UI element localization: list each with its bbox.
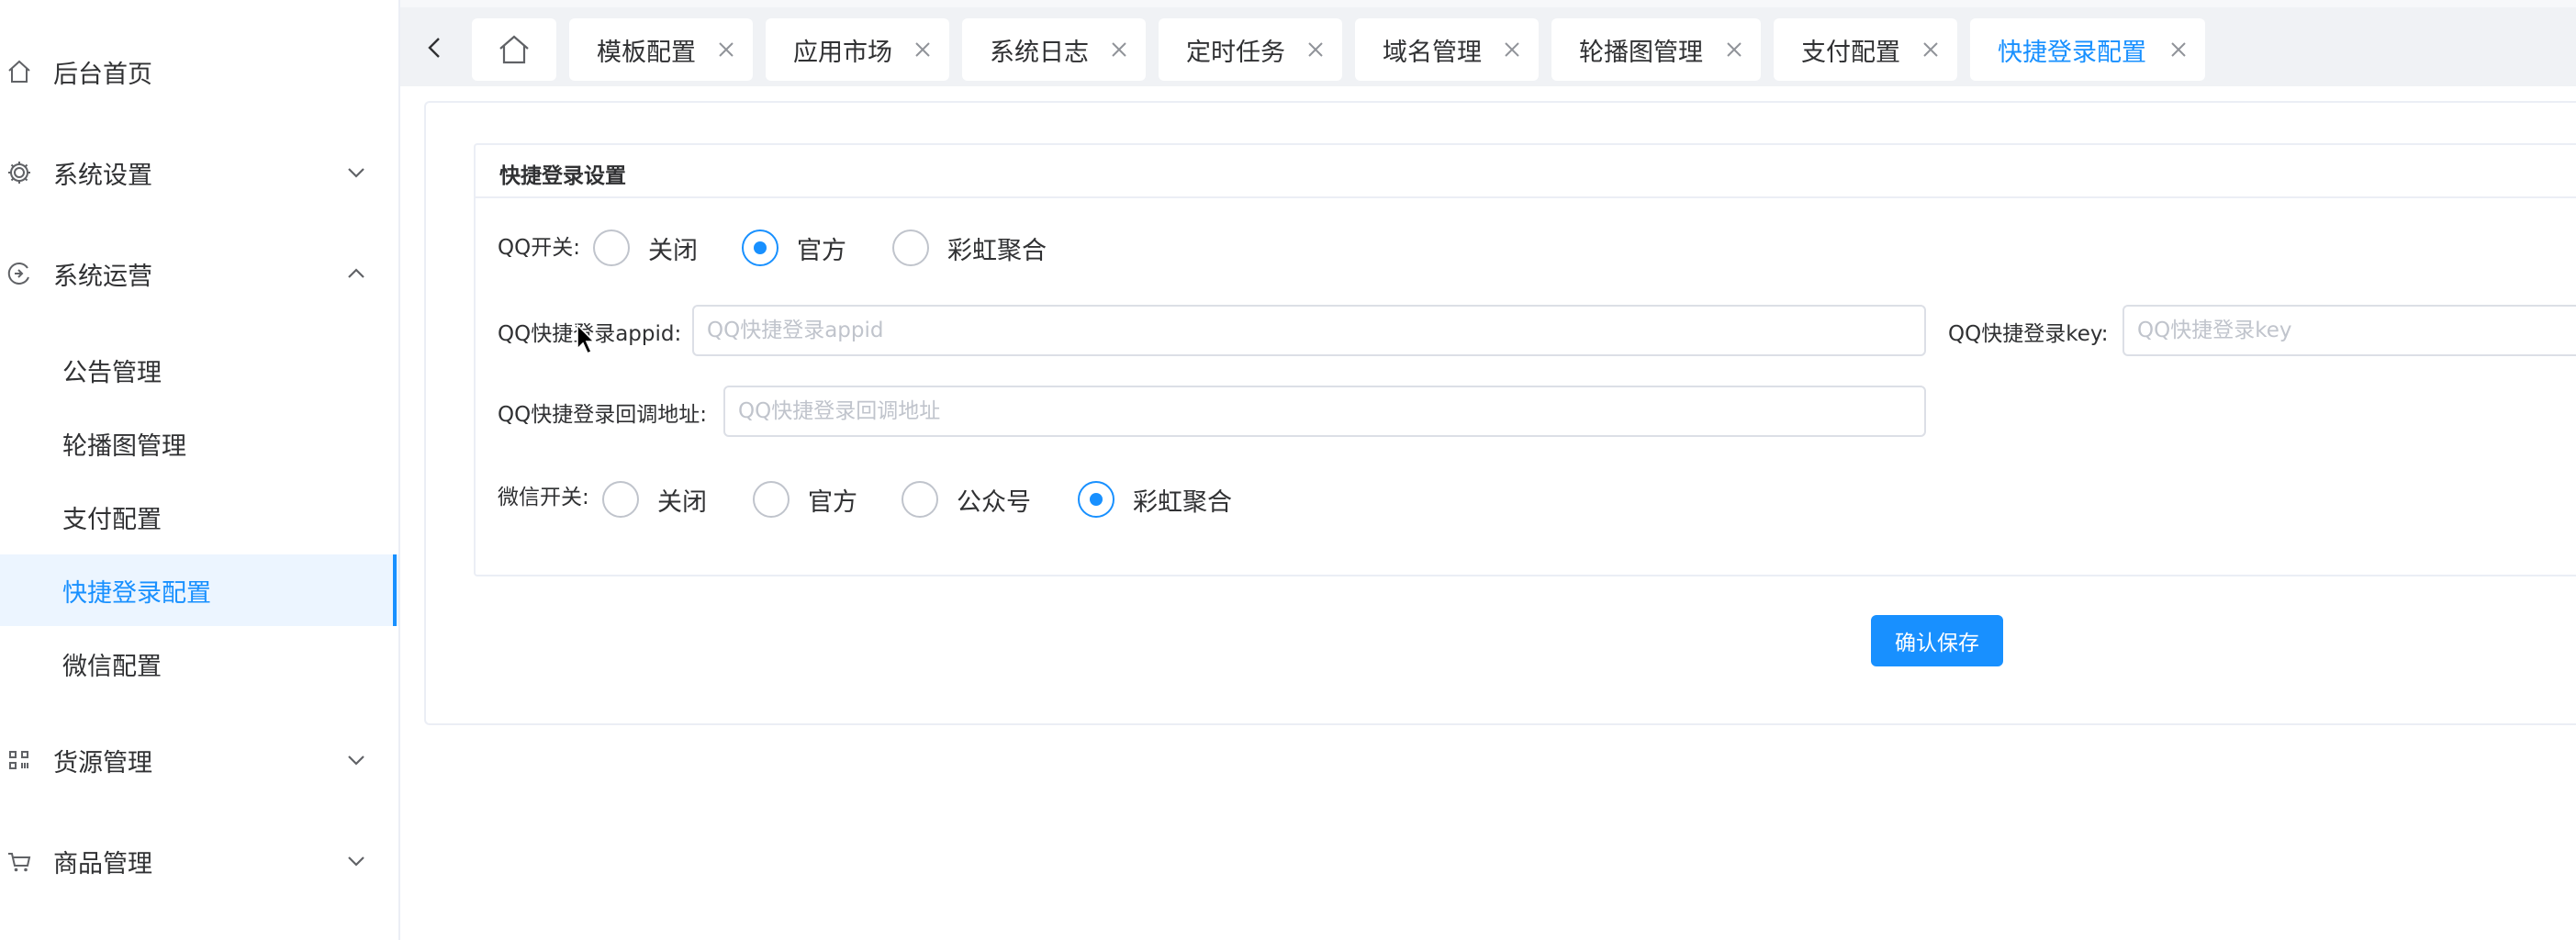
qq-appid-input[interactable] <box>692 305 1926 356</box>
sidebar-item-label: 商品管理 <box>53 849 152 878</box>
sidebar-subitem-payment[interactable]: 支付配置 <box>0 481 398 553</box>
wechat-switch-radio-rainbow[interactable]: 彩虹聚合 <box>1078 481 1232 518</box>
chevron-up-icon <box>343 261 369 286</box>
radio-circle[interactable] <box>892 229 929 266</box>
sidebar: 后台首页 系统设置 系统运营 公告管理 轮播图管理 支付配置 快捷登录配置 微信… <box>0 0 400 940</box>
radio-circle[interactable] <box>1078 481 1114 518</box>
tab-label: 支付配置 <box>1801 38 1900 67</box>
wechat-switch-radio-official-account[interactable]: 公众号 <box>902 481 1031 518</box>
qq-switch-label: QQ开关: <box>498 236 580 260</box>
home-icon <box>499 35 529 64</box>
sidebar-item-label: 货源管理 <box>53 748 152 778</box>
tab-scheduled-tasks[interactable]: 定时任务 <box>1159 18 1342 81</box>
chevron-down-icon <box>343 848 369 874</box>
radio-label: 彩虹聚合 <box>947 236 1047 265</box>
tab-bar: 模板配置 应用市场 系统日志 定时任务 域名管理 轮播图管理 支付配置 快捷登录… <box>400 0 2576 86</box>
close-icon[interactable] <box>1305 39 1326 60</box>
sidebar-item-label: 系统运营 <box>53 262 152 291</box>
close-icon[interactable] <box>1921 39 1941 60</box>
tab-label: 定时任务 <box>1186 38 1285 67</box>
radio-circle[interactable] <box>602 481 639 518</box>
confirm-save-button[interactable]: 确认保存 <box>1871 615 2003 666</box>
cart-icon <box>6 847 33 875</box>
sidebar-item-label: 后台首页 <box>53 60 152 89</box>
sidebar-item-system-operation[interactable]: 系统运营 <box>0 229 398 318</box>
qq-key-input[interactable] <box>2122 305 2576 356</box>
close-icon[interactable] <box>913 39 933 60</box>
sidebar-subitem-label: 快捷登录配置 <box>62 578 211 608</box>
radio-circle[interactable] <box>753 481 790 518</box>
sidebar-subitem-label: 支付配置 <box>62 505 162 534</box>
sidebar-item-supply[interactable]: 货源管理 <box>0 716 398 804</box>
tab-label: 快捷登录配置 <box>1998 38 2146 67</box>
chevron-down-icon <box>343 160 369 185</box>
close-icon[interactable] <box>1502 39 1522 60</box>
tab-quick-login-config[interactable]: 快捷登录配置 <box>1970 18 2205 81</box>
sidebar-subitem-label: 公告管理 <box>62 358 162 387</box>
radio-circle[interactable] <box>593 229 630 266</box>
radio-label: 公众号 <box>957 487 1031 517</box>
gear-icon <box>6 159 33 186</box>
radio-circle[interactable] <box>742 229 778 266</box>
radio-label: 官方 <box>808 487 857 517</box>
home-icon <box>6 58 33 85</box>
wechat-switch-radio-official[interactable]: 官方 <box>753 481 857 518</box>
sidebar-item-system-settings[interactable]: 系统设置 <box>0 129 398 217</box>
sidebar-subitem-label: 微信配置 <box>62 652 162 681</box>
tab-label: 系统日志 <box>990 38 1089 67</box>
radio-label: 彩虹聚合 <box>1133 487 1232 517</box>
qq-key-label: QQ快捷登录key: <box>1948 322 2109 346</box>
radio-label: 官方 <box>797 236 846 265</box>
sidebar-subitem-notice[interactable]: 公告管理 <box>0 334 398 406</box>
tab-carousel-management[interactable]: 轮播图管理 <box>1551 18 1761 81</box>
close-icon[interactable] <box>716 39 736 60</box>
operation-icon <box>6 260 33 287</box>
sidebar-item-home[interactable]: 后台首页 <box>0 28 398 116</box>
tab-template-config[interactable]: 模板配置 <box>569 18 753 81</box>
qq-callback-input[interactable] <box>723 386 1926 437</box>
mouse-cursor-icon <box>576 323 598 356</box>
sidebar-item-products[interactable]: 商品管理 <box>0 817 398 905</box>
tab-home[interactable] <box>472 18 556 81</box>
chevron-left-icon[interactable] <box>419 29 452 66</box>
chevron-down-icon <box>343 747 369 773</box>
close-icon[interactable] <box>1724 39 1744 60</box>
tab-domain-management[interactable]: 域名管理 <box>1355 18 1539 81</box>
sidebar-item-label: 系统设置 <box>53 161 152 190</box>
tab-label: 应用市场 <box>793 38 892 67</box>
qq-switch-radio-official[interactable]: 官方 <box>742 229 846 266</box>
radio-label: 关闭 <box>657 487 707 517</box>
tab-app-market[interactable]: 应用市场 <box>766 18 949 81</box>
qq-callback-label: QQ快捷登录回调地址: <box>498 403 707 427</box>
card-header: 快捷登录设置 <box>476 145 2576 198</box>
tab-system-log[interactable]: 系统日志 <box>962 18 1146 81</box>
wechat-switch-label: 微信开关: <box>498 486 589 509</box>
tab-label: 模板配置 <box>597 38 696 67</box>
tab-payment-config[interactable]: 支付配置 <box>1774 18 1957 81</box>
sidebar-subitem-wechat[interactable]: 微信配置 <box>0 628 398 699</box>
sidebar-subitem-label: 轮播图管理 <box>62 431 186 461</box>
qq-switch-radio-rainbow[interactable]: 彩虹聚合 <box>892 229 1047 266</box>
tab-label: 轮播图管理 <box>1579 38 1703 67</box>
radio-circle[interactable] <box>902 481 938 518</box>
card-title: 快捷登录设置 <box>499 164 626 188</box>
sidebar-subitem-quick-login[interactable]: 快捷登录配置 <box>0 554 398 626</box>
close-icon[interactable] <box>1109 39 1129 60</box>
tab-label: 域名管理 <box>1383 38 1482 67</box>
close-icon[interactable] <box>2168 39 2189 60</box>
qq-switch-radio-off[interactable]: 关闭 <box>593 229 698 266</box>
grid-icon <box>6 746 33 774</box>
radio-label: 关闭 <box>648 236 698 265</box>
sidebar-subitem-carousel[interactable]: 轮播图管理 <box>0 408 398 479</box>
wechat-switch-radio-off[interactable]: 关闭 <box>602 481 707 518</box>
